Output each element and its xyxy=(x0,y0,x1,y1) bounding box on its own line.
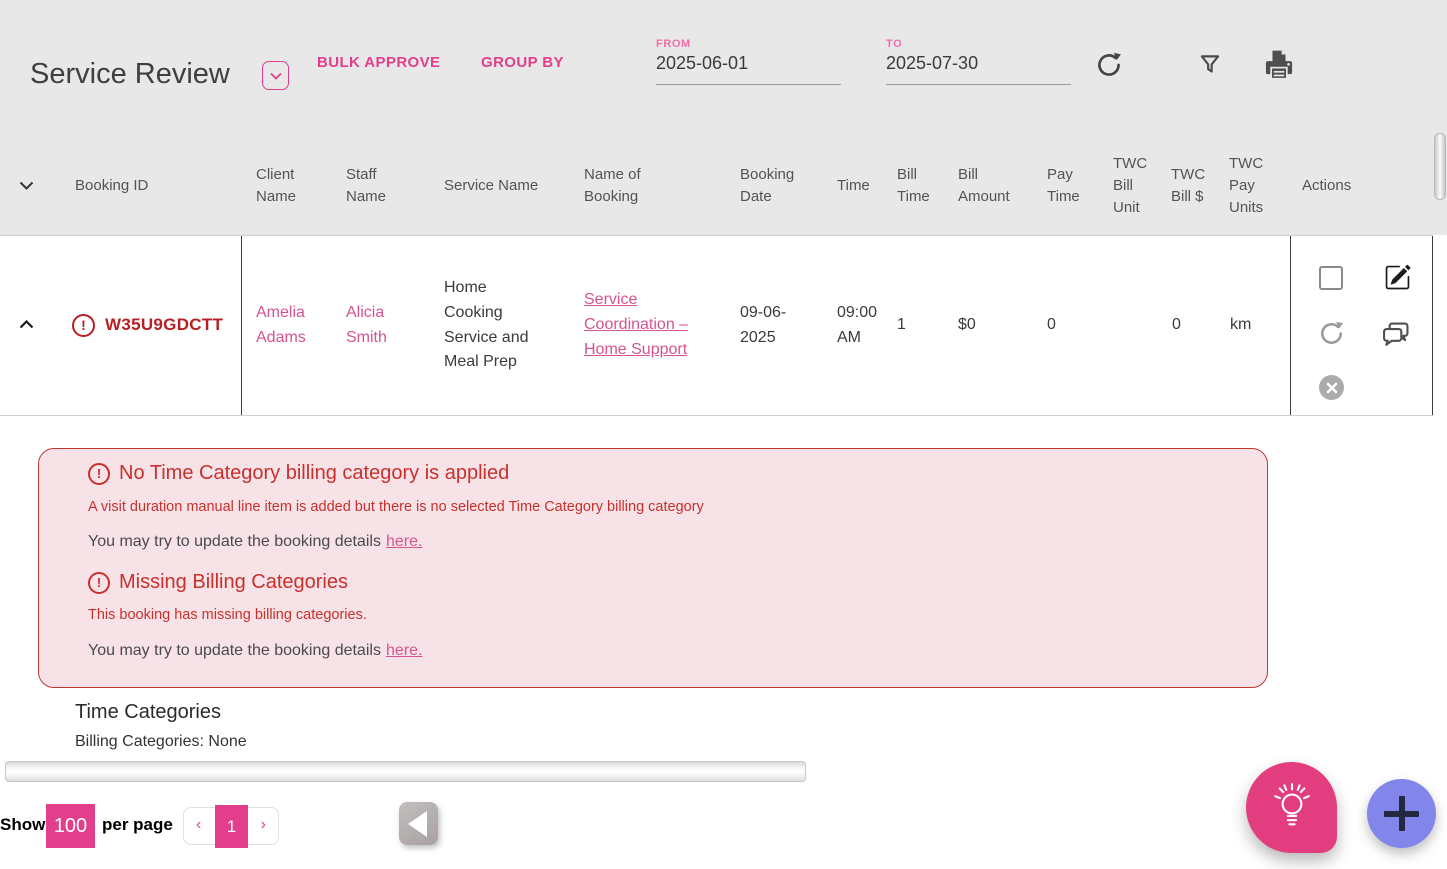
alert-detail: A visit duration manual line item is add… xyxy=(88,499,704,515)
billing-categories-value: Billing Categories: None xyxy=(75,733,247,750)
alert-title-text: Missing Billing Categories xyxy=(119,571,348,593)
header-staff-name: Staff Name xyxy=(346,166,387,205)
pagination: ‹ 1 › xyxy=(183,805,279,848)
to-date-value[interactable]: 2025-07-30 xyxy=(886,53,1071,74)
previous-page-button[interactable]: ‹ xyxy=(196,816,201,834)
booking-name-link[interactable]: Service Coordination – Home Support xyxy=(584,288,708,362)
alert-title: ! No Time Category billing category is a… xyxy=(88,462,509,485)
header-bill-time: Bill Time xyxy=(897,166,930,205)
to-label: TO xyxy=(886,38,903,50)
comments-icon[interactable] xyxy=(1381,318,1413,359)
alert-update-line: You may try to update the booking detail… xyxy=(88,533,422,551)
page-size-select[interactable]: 100 xyxy=(46,804,95,848)
booking-id-value: W35U9GDCTT xyxy=(105,315,224,335)
bulk-approve-button[interactable]: BULK APPROVE xyxy=(317,54,440,71)
client-name-link[interactable]: Amelia Adams xyxy=(242,236,334,415)
row-checkbox[interactable] xyxy=(1319,266,1343,290)
actions-cell xyxy=(1290,236,1433,415)
alert-icon: ! xyxy=(88,571,110,594)
alert-title: ! Missing Billing Categories xyxy=(88,571,348,594)
warning-icon: ! xyxy=(72,314,95,337)
update-booking-link[interactable]: here. xyxy=(386,533,422,550)
bill-time-cell: 1 xyxy=(897,316,906,334)
service-review-page: Service Review BULK APPROVE GROUP BY FRO… xyxy=(0,0,1447,869)
collapse-panel-button[interactable] xyxy=(399,802,438,845)
alert-icon: ! xyxy=(88,462,110,485)
cancel-icon[interactable] xyxy=(1319,375,1344,400)
time-categories-heading: Time Categories xyxy=(75,701,221,723)
header-twc-pay-units: TWC Pay Units xyxy=(1229,155,1264,216)
print-icon[interactable] xyxy=(1262,49,1296,86)
alert-update-text: You may try to update the booking detail… xyxy=(88,642,381,659)
expand-all-toggle[interactable] xyxy=(0,120,52,235)
alert-update-text: You may try to update the booking detail… xyxy=(88,533,381,550)
staff-name-link[interactable]: Alicia Smith xyxy=(334,236,432,415)
table-row: ! W35U9GDCTT Amelia Adams Alicia Smith H… xyxy=(0,235,1433,416)
alert-title-text: No Time Category billing category is app… xyxy=(119,462,510,484)
triangle-left-icon xyxy=(407,810,427,837)
header-bill-amount: Bill Amount xyxy=(958,166,1010,205)
help-tips-fab[interactable] xyxy=(1246,762,1337,853)
vertical-scrollbar[interactable] xyxy=(1434,133,1446,200)
filter-icon[interactable] xyxy=(1197,51,1223,83)
edit-icon[interactable] xyxy=(1384,264,1411,300)
header-pay-time: Pay Time xyxy=(1047,166,1080,205)
horizontal-scrollbar[interactable] xyxy=(5,761,806,782)
header-booking-id: Booking ID xyxy=(75,177,149,195)
header-client-name: Client Name xyxy=(256,166,297,205)
booking-date-cell: 09-06-2025 xyxy=(740,303,787,346)
add-new-fab[interactable] xyxy=(1367,779,1436,848)
from-date-field[interactable]: FROM 2025-06-01 xyxy=(656,38,841,85)
group-by-button[interactable]: GROUP BY xyxy=(481,54,564,71)
time-cell: 09:00 AM xyxy=(837,303,878,346)
twc-pay-units-cell: km xyxy=(1230,316,1252,334)
chevron-down-icon xyxy=(19,175,34,197)
header-time: Time xyxy=(837,177,870,195)
from-label: FROM xyxy=(656,38,691,50)
alert-detail: This booking has missing billing categor… xyxy=(88,607,367,623)
page-title: Service Review xyxy=(30,58,230,90)
row-expander[interactable] xyxy=(0,236,52,415)
name-of-booking-cell: Service Coordination – Home Support xyxy=(570,236,728,415)
per-page-label: per page xyxy=(102,815,173,834)
row-refresh-icon[interactable] xyxy=(1318,320,1345,356)
refresh-icon[interactable] xyxy=(1095,51,1123,84)
chevron-down-icon xyxy=(269,67,282,85)
title-dropdown-button[interactable] xyxy=(262,61,289,90)
show-label: Show xyxy=(0,815,46,834)
header-service-name: Service Name xyxy=(444,177,539,195)
from-date-value[interactable]: 2025-06-01 xyxy=(656,53,841,74)
booking-id-cell: ! W35U9GDCTT xyxy=(52,236,242,415)
header-name-of-booking: Name of Booking xyxy=(584,166,641,205)
twc-bill-dollar-cell: 0 xyxy=(1172,316,1181,334)
header-booking-date: Booking Date xyxy=(740,166,795,205)
next-page-button[interactable]: › xyxy=(261,816,266,834)
plus-icon xyxy=(1398,796,1405,831)
service-name-cell: Home Cooking Service and Meal Prep xyxy=(444,278,529,371)
table-header-row: Booking ID Client Name Staff Name Servic… xyxy=(0,120,1433,235)
header-actions: Actions xyxy=(1302,177,1352,195)
header-twc-bill-dollar: TWC Bill $ xyxy=(1171,166,1206,205)
booking-id-wrap: ! W35U9GDCTT xyxy=(52,312,223,338)
to-date-field[interactable]: TO 2025-07-30 xyxy=(886,38,1071,85)
bill-amount-cell: $0 xyxy=(958,316,976,334)
header-twc-bill-unit: TWC Bill Unit xyxy=(1113,155,1148,216)
pay-time-cell: 0 xyxy=(1047,316,1056,334)
alert-update-line: You may try to update the booking detail… xyxy=(88,642,422,660)
twc-bill-unit-cell xyxy=(1100,236,1160,415)
current-page-button[interactable]: 1 xyxy=(215,805,248,848)
lightbulb-icon xyxy=(1269,780,1315,835)
chevron-up-icon xyxy=(19,313,34,338)
billing-alert-panel: ! No Time Category billing category is a… xyxy=(38,448,1268,688)
update-booking-link[interactable]: here. xyxy=(386,642,422,659)
